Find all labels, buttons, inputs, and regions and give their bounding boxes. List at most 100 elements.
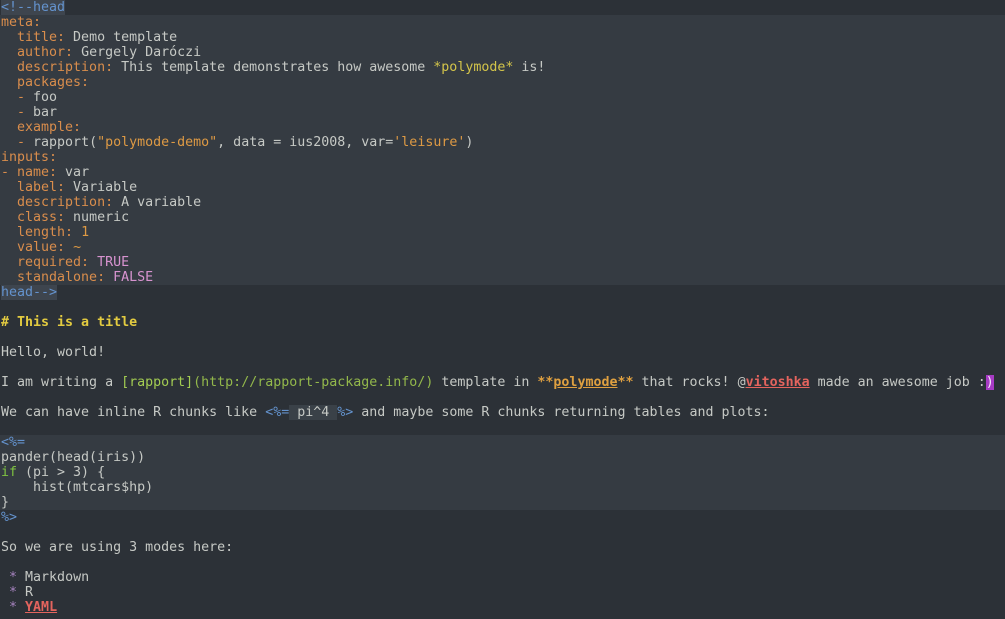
- code-line: author: Gergely Daróczi: [0, 45, 1005, 60]
- code-line: standalone: FALSE: [0, 270, 1005, 285]
- code-line: Hello, world!: [0, 345, 1005, 360]
- code-line: }: [0, 495, 1005, 510]
- code-line: required: TRUE: [0, 255, 1005, 270]
- code-line: class: numeric: [0, 210, 1005, 225]
- code-token: 1: [81, 225, 89, 240]
- code-token: Markdown: [17, 570, 89, 585]
- code-line: meta:: [0, 15, 1005, 30]
- code-line: - bar: [0, 105, 1005, 120]
- code-line: description: This template demonstrates …: [0, 60, 1005, 75]
- code-line: * Markdown: [0, 570, 1005, 585]
- code-token: A variable: [113, 195, 201, 210]
- list-bullet: *: [9, 600, 17, 615]
- code-token: inputs:: [1, 150, 57, 165]
- link-rapport-url[interactable]: (http://rapport-package.info/): [193, 375, 433, 390]
- code-line: [0, 300, 1005, 315]
- code-line: head-->: [0, 285, 1005, 300]
- code-token: [65, 240, 73, 255]
- code-line: I am writing a [rapport](http://rapport-…: [0, 375, 1005, 390]
- list-bullet: *: [9, 570, 17, 585]
- code-line: * R: [0, 585, 1005, 600]
- code-line: [0, 330, 1005, 345]
- code-token: description:: [1, 195, 113, 210]
- code-token: We can have inline R chunks like: [1, 405, 265, 420]
- code-token: Variable: [65, 180, 137, 195]
- code-token: hist(mtcars$hp): [1, 480, 153, 495]
- code-line: value: ~: [0, 240, 1005, 255]
- code-token: [17, 600, 25, 615]
- code-line: <%=: [0, 435, 1005, 450]
- link-vitoshka[interactable]: vitoshka: [746, 375, 810, 390]
- code-token: Hello, world!: [1, 345, 105, 360]
- inline-r-code: pi^4: [289, 405, 337, 420]
- code-line: example:: [0, 120, 1005, 135]
- code-line: title: Demo template: [0, 30, 1005, 45]
- code-line: - rapport("polymode-demo", data = ius200…: [0, 135, 1005, 150]
- code-token: -: [1, 105, 33, 120]
- code-token: [105, 270, 113, 285]
- code-line: packages:: [0, 75, 1005, 90]
- code-token: example:: [1, 120, 81, 135]
- code-token: -: [1, 135, 33, 150]
- code-token: label:: [1, 180, 65, 195]
- inline-chunk-open-marker: <%=: [265, 405, 289, 420]
- code-token: -: [1, 90, 33, 105]
- code-token: template in: [433, 375, 537, 390]
- code-token: class:: [1, 210, 65, 225]
- emphasis-polymode: *polymode*: [433, 60, 513, 75]
- code-token: I am writing a: [1, 375, 121, 390]
- code-token: [89, 255, 97, 270]
- code-line: [0, 360, 1005, 375]
- code-token: is!: [513, 60, 545, 75]
- code-token: "polymode-demo": [97, 135, 217, 150]
- code-line: [0, 390, 1005, 405]
- code-token: - name:: [1, 165, 57, 180]
- code-token: This template demonstrates how awesome: [113, 60, 433, 75]
- code-token: standalone:: [1, 270, 105, 285]
- yaml-head-marker: <!--head: [1, 0, 65, 15]
- code-token: var: [57, 165, 89, 180]
- code-token: **: [537, 375, 553, 390]
- code-token: ): [465, 135, 473, 150]
- link-rapport[interactable]: [rapport]: [121, 375, 193, 390]
- code-token: numeric: [65, 210, 129, 225]
- code-token: rapport(: [33, 135, 97, 150]
- code-token: R: [17, 585, 33, 600]
- code-token: packages:: [1, 75, 89, 90]
- r-chunk-head-marker: <%=: [1, 435, 25, 450]
- code-token: description:: [1, 60, 113, 75]
- link-yaml[interactable]: YAML: [25, 600, 57, 615]
- code-line: hist(mtcars$hp): [0, 480, 1005, 495]
- code-token: **: [617, 375, 633, 390]
- code-token: foo: [33, 90, 57, 105]
- code-token: author:: [1, 45, 73, 60]
- code-line: label: Variable: [0, 180, 1005, 195]
- code-token: pander(head(iris)): [1, 450, 145, 465]
- code-line: [0, 555, 1005, 570]
- code-token: meta:: [1, 15, 41, 30]
- code-line: * YAML: [0, 600, 1005, 615]
- code-token: title:: [1, 30, 65, 45]
- code-line: - foo: [0, 90, 1005, 105]
- markdown-heading: # This is a title: [1, 315, 137, 330]
- link-polymode[interactable]: polymode: [553, 375, 617, 390]
- code-line: %>: [0, 510, 1005, 525]
- code-line: length: 1: [0, 225, 1005, 240]
- code-token: So we are using 3 modes here:: [1, 540, 233, 555]
- code-line: We can have inline R chunks like <%= pi^…: [0, 405, 1005, 420]
- code-line: <!--head: [0, 0, 1005, 15]
- code-line: description: A variable: [0, 195, 1005, 210]
- editor-buffer[interactable]: <!--headmeta: title: Demo template autho…: [0, 0, 1005, 619]
- code-token: Gergely Daróczi: [73, 45, 201, 60]
- code-token: bar: [33, 105, 57, 120]
- code-token: ~: [73, 240, 81, 255]
- code-token: length:: [1, 225, 73, 240]
- code-token: [1, 570, 9, 585]
- code-line: inputs:: [0, 150, 1005, 165]
- code-token: required:: [1, 255, 89, 270]
- code-token: @: [738, 375, 746, 390]
- code-line: if (pi > 3) {: [0, 465, 1005, 480]
- list-bullet: *: [9, 585, 17, 600]
- code-line: So we are using 3 modes here:: [0, 540, 1005, 555]
- text-cursor: ): [986, 375, 994, 390]
